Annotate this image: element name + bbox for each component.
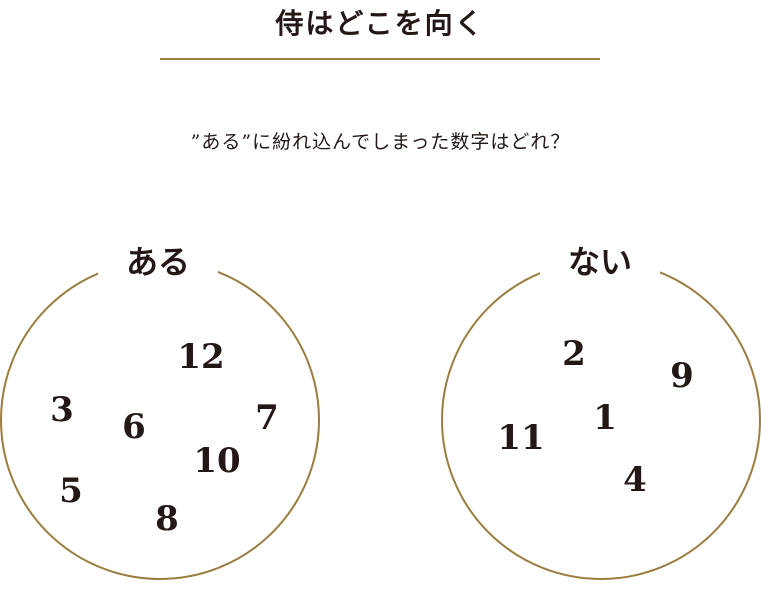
aru-number: 12 — [177, 337, 225, 377]
circles-layer — [0, 260, 761, 580]
aru-number: 5 — [59, 471, 83, 511]
nai-number: 2 — [562, 334, 586, 374]
aru-number: 8 — [155, 499, 179, 539]
aru-label: ある — [98, 242, 218, 282]
aru-number: 3 — [50, 390, 74, 430]
nai-label: ない — [540, 242, 660, 282]
nai-number: 11 — [497, 418, 545, 458]
nai-number: 4 — [623, 460, 647, 500]
aru-number: 10 — [193, 441, 241, 481]
nai-number: 9 — [670, 356, 694, 396]
nai-number: 1 — [593, 398, 617, 438]
aru-number: 7 — [255, 398, 279, 438]
aru-number: 6 — [122, 407, 146, 447]
